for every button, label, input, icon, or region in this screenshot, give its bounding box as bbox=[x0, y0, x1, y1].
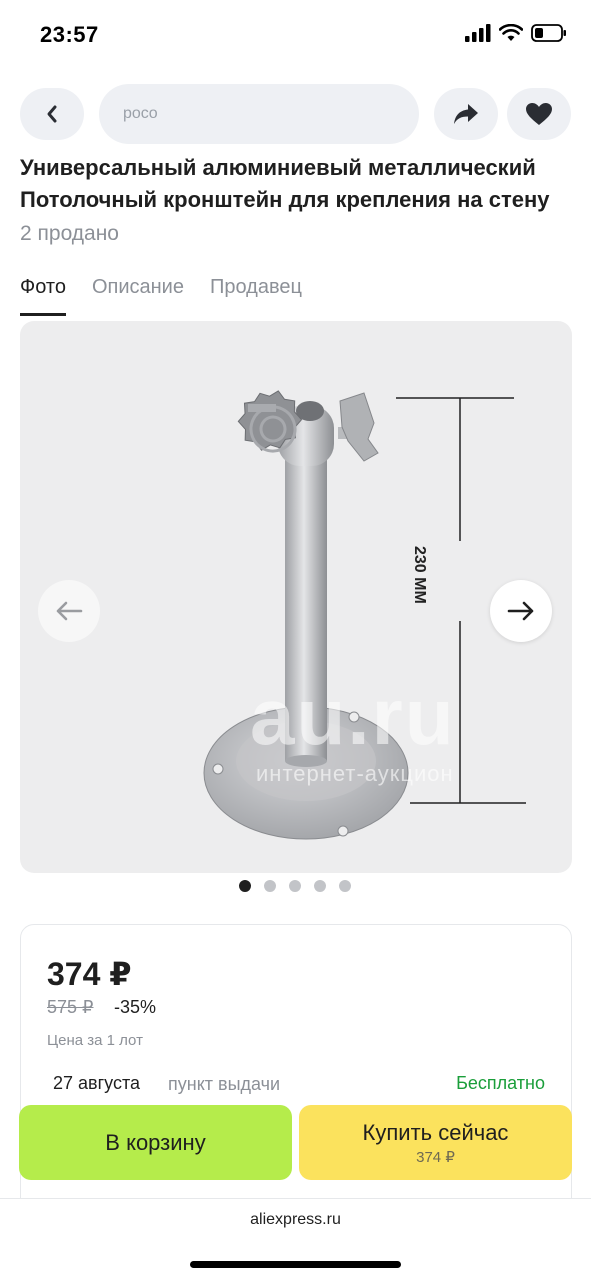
product-title: Универсальный алюминиевый металлический … bbox=[20, 155, 550, 212]
status-bar: 23:57 bbox=[0, 0, 591, 70]
tab-seller[interactable]: Продавец bbox=[210, 276, 302, 316]
share-icon bbox=[454, 104, 478, 124]
gallery-pagination bbox=[239, 880, 351, 892]
arrow-right-icon bbox=[507, 601, 534, 621]
delivery-date: 27 августа bbox=[53, 1073, 141, 1093]
buy-now-button[interactable]: Купить сейчас 374 ₽ bbox=[299, 1105, 572, 1180]
signal-icon bbox=[465, 24, 491, 42]
home-indicator[interactable] bbox=[190, 1261, 401, 1268]
price-per-lot: Цена за 1 лот bbox=[47, 1032, 143, 1049]
pagination-dot[interactable] bbox=[264, 880, 276, 892]
discount-badge: -35% bbox=[114, 997, 157, 1017]
arrow-left-icon bbox=[56, 601, 83, 621]
heart-icon bbox=[526, 103, 552, 125]
pagination-dot[interactable] bbox=[314, 880, 326, 892]
watermark-subtitle: интернет-аукцион bbox=[256, 761, 454, 786]
sold-count: 2 продано bbox=[20, 222, 119, 245]
old-price: 575 ₽ bbox=[47, 997, 94, 1017]
wifi-icon bbox=[499, 24, 523, 41]
gallery-next-button[interactable] bbox=[490, 580, 552, 642]
search-placeholder: poco bbox=[123, 105, 158, 122]
browser-domain[interactable]: aliexpress.ru bbox=[0, 1211, 591, 1229]
status-icons bbox=[465, 24, 567, 42]
tab-photo[interactable]: Фото bbox=[20, 276, 66, 316]
battery-icon bbox=[531, 24, 566, 42]
delivery-point[interactable]: пункт выдачи bbox=[168, 1074, 280, 1095]
add-to-cart-button[interactable]: В корзину bbox=[19, 1105, 292, 1180]
pagination-dot[interactable] bbox=[239, 880, 251, 892]
add-to-cart-label: В корзину bbox=[105, 1129, 206, 1155]
browser-bottom-bar: aliexpress.ru bbox=[0, 1198, 591, 1280]
chevron-left-icon bbox=[47, 105, 57, 123]
gallery-prev-button[interactable] bbox=[38, 580, 100, 642]
current-price: 374 ₽ bbox=[47, 956, 132, 992]
product-gallery[interactable]: 230 ММ au.ru интернет-аукцион bbox=[20, 321, 572, 873]
status-time: 23:57 bbox=[40, 22, 99, 47]
watermark-logo: au.ru bbox=[250, 672, 456, 761]
delivery-price: Бесплатно bbox=[456, 1073, 545, 1093]
buy-now-price: 374 ₽ bbox=[416, 1148, 455, 1166]
product-tabs: Фото Описание Продавец bbox=[20, 276, 302, 316]
share-button[interactable] bbox=[434, 88, 498, 140]
pagination-dot[interactable] bbox=[339, 880, 351, 892]
search-input[interactable]: poco bbox=[99, 84, 419, 144]
pagination-dot[interactable] bbox=[289, 880, 301, 892]
buy-now-label: Купить сейчас bbox=[362, 1119, 509, 1145]
favorite-button[interactable] bbox=[507, 88, 571, 140]
back-button[interactable] bbox=[20, 88, 84, 140]
product-image bbox=[203, 390, 526, 840]
tab-description[interactable]: Описание bbox=[92, 276, 184, 316]
dimension-label: 230 ММ bbox=[411, 546, 428, 604]
